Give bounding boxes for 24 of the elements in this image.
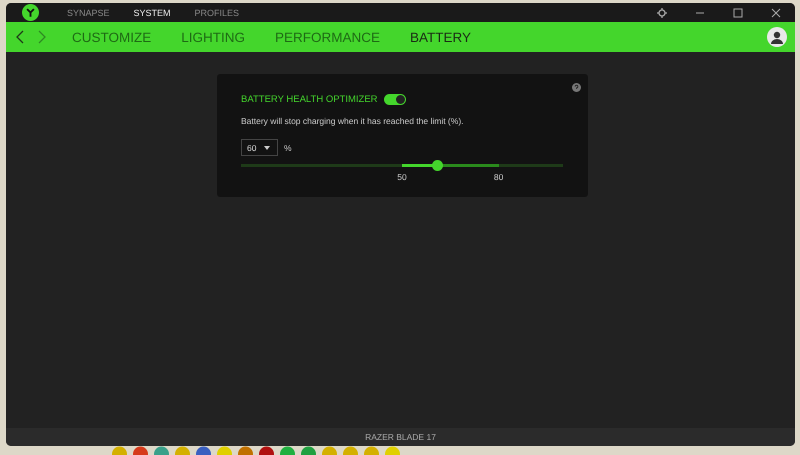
nav-tab[interactable]: PROFILES (194, 8, 240, 18)
card-title: BATTERY HEALTH OPTIMIZER (241, 94, 378, 105)
slider-thumb[interactable] (432, 160, 443, 171)
section-tab[interactable]: PERFORMANCE (275, 30, 380, 44)
description-text: Battery will stop charging when it has reached the limit (%). (241, 116, 465, 126)
unit-label: % (284, 142, 292, 152)
range-label: 50 (397, 172, 407, 182)
section-tab[interactable]: CUSTOMIZE (72, 30, 152, 44)
limit-dropdown[interactable]: 60 (241, 139, 278, 156)
back-icon[interactable] (16, 30, 24, 44)
status-bar: RAZER BLADE 17 (6, 428, 795, 446)
forward-icon[interactable] (38, 30, 46, 44)
range-label: 80 (494, 172, 504, 182)
avatar-icon[interactable] (767, 27, 787, 47)
settings-icon[interactable] (657, 8, 667, 18)
toggle-switch[interactable] (384, 94, 406, 105)
nav-tab[interactable]: SYSTEM (134, 8, 171, 18)
caret-icon (264, 146, 270, 150)
section-tab[interactable]: LIGHTING (181, 30, 246, 44)
nav-tab[interactable]: SYNAPSE (67, 8, 110, 18)
close-icon[interactable] (771, 8, 781, 18)
section-tab[interactable]: BATTERY (410, 30, 472, 44)
maximize-icon[interactable] (733, 8, 743, 18)
help-icon[interactable] (572, 83, 581, 92)
